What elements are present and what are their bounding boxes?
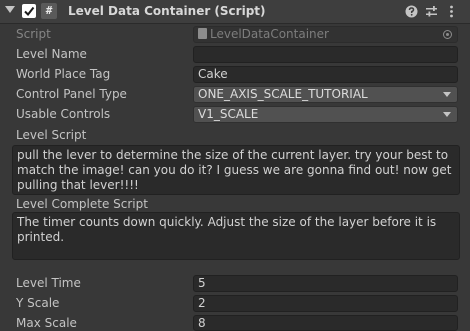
component-title: Level Data Container (Script) — [68, 4, 266, 18]
usable-controls-label: Usable Controls — [16, 107, 111, 121]
usable-controls-dropdown[interactable]: V1_SCALE — [193, 106, 458, 123]
object-picker-icon — [443, 30, 452, 39]
component-header[interactable]: # Level Data Container (Script) — [0, 0, 470, 24]
script-icon: # — [41, 3, 57, 19]
script-label: Script — [16, 27, 51, 41]
level-complete-script-textarea[interactable]: The timer counts down quickly. Adjust th… — [12, 212, 460, 260]
level-name-field[interactable] — [193, 46, 458, 63]
max-scale-label: Max Scale — [16, 316, 77, 330]
world-place-tag-field[interactable]: Cake — [193, 66, 458, 83]
y-scale-label: Y Scale — [16, 296, 60, 310]
help-icon[interactable] — [404, 4, 419, 19]
level-script-textarea[interactable]: pull the lever to determine the size of … — [12, 145, 460, 195]
level-time-label: Level Time — [16, 276, 81, 290]
level-script-label: Level Script — [16, 128, 87, 142]
context-menu-icon[interactable] — [444, 4, 459, 19]
max-scale-field[interactable]: 8 — [193, 315, 458, 331]
control-panel-type-value: ONE_AXIS_SCALE_TUTORIAL — [198, 87, 368, 101]
enabled-checkbox-icon[interactable] — [22, 4, 36, 18]
usable-controls-value: V1_SCALE — [198, 107, 259, 121]
foldout-arrow-icon[interactable] — [5, 6, 15, 13]
dropdown-arrow-icon — [443, 112, 451, 117]
level-complete-script-label: Level Complete Script — [16, 197, 148, 211]
control-panel-type-label: Control Panel Type — [16, 87, 127, 101]
control-panel-type-dropdown[interactable]: ONE_AXIS_SCALE_TUTORIAL — [193, 86, 458, 103]
script-field: LevelDataContainer — [193, 26, 458, 43]
script-field-value: LevelDataContainer — [210, 27, 329, 41]
level-time-field[interactable]: 5 — [193, 275, 458, 292]
level-name-label: Level Name — [16, 47, 87, 61]
dropdown-arrow-icon — [443, 92, 451, 97]
world-place-tag-label: World Place Tag — [16, 67, 111, 81]
script-asset-icon — [198, 28, 207, 39]
y-scale-field[interactable]: 2 — [193, 295, 458, 312]
preset-icon[interactable] — [424, 4, 439, 19]
